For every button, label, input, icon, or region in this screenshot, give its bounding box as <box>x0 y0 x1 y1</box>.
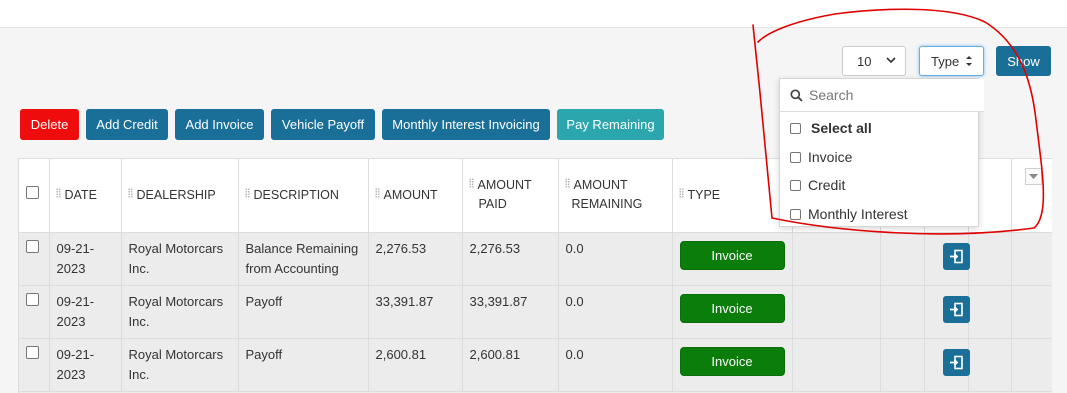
top-header-bar <box>0 0 1067 28</box>
select-all-checkbox[interactable] <box>790 122 801 134</box>
row-action-button[interactable] <box>942 295 970 323</box>
row-checkbox[interactable] <box>26 239 39 253</box>
cell-amount: 33,391.87 <box>368 285 463 339</box>
type-filter-dropdown: Select all Invoice Credit Monthly Intere… <box>779 78 984 227</box>
column-type[interactable]: TYPE <box>672 159 793 233</box>
dropdown-search-input[interactable] <box>809 87 969 103</box>
cell-amount-remaining: 0.0 <box>558 285 673 339</box>
caret-down-icon <box>1028 173 1038 179</box>
drag-handle-icon[interactable] <box>244 187 250 198</box>
search-icon <box>790 88 803 102</box>
select-all-rows-checkbox[interactable] <box>26 185 39 199</box>
row-checkbox[interactable] <box>26 345 39 359</box>
type-option-credit[interactable]: Credit <box>790 175 845 195</box>
page-size-select[interactable]: 10 <box>842 46 906 76</box>
type-badge: Invoice <box>679 240 785 270</box>
cell-amount-remaining: 0.0 <box>558 338 673 392</box>
page-size-value: 10 <box>857 53 872 69</box>
type-filter-select[interactable]: Type <box>919 46 984 76</box>
cell-type: Invoice <box>672 338 793 392</box>
drag-handle-icon[interactable] <box>678 187 684 198</box>
sort-updown-icon <box>966 56 972 66</box>
cell-type: Invoice <box>672 285 793 339</box>
chevron-down-icon <box>886 57 896 64</box>
type-option-checkbox[interactable] <box>790 151 801 163</box>
cell-description: Balance Remaining from Accounting <box>238 232 369 286</box>
cell-date: 09-21- 2023 <box>49 338 122 392</box>
cell-amount-remaining: 0.0 <box>558 232 673 286</box>
column-menu-cell <box>1011 159 1052 233</box>
cell-type: Invoice <box>672 232 793 286</box>
column-dealership[interactable]: DEALERSHIP <box>121 159 239 233</box>
column-date[interactable]: DATE <box>49 159 122 233</box>
sign-in-icon <box>949 355 963 369</box>
select-all-option[interactable]: Select all <box>790 118 872 138</box>
row-checkbox[interactable] <box>26 292 39 306</box>
delete-button[interactable]: Delete <box>20 109 79 140</box>
drag-handle-icon[interactable] <box>127 187 133 198</box>
sign-in-icon <box>949 302 963 316</box>
monthly-interest-invoicing-button[interactable]: Monthly Interest Invoicing <box>382 109 550 140</box>
add-credit-button[interactable]: Add Credit <box>86 109 168 140</box>
column-menu-button[interactable] <box>1024 168 1042 185</box>
table-row: 09-21- 2023 Royal Motorcars Inc. Payoff 33… <box>19 285 1052 339</box>
type-option-checkbox[interactable] <box>790 208 801 220</box>
table-row: 09-21- 2023 Royal Motorcars Inc. Balance R… <box>19 232 1052 286</box>
type-badge: Invoice <box>679 293 785 323</box>
add-invoice-button[interactable]: Add Invoice <box>175 109 264 140</box>
table-row: 09-21- 2023 Royal Motorcars Inc. Payoff 2,… <box>19 338 1052 392</box>
cell-description: Payoff <box>238 338 369 392</box>
sign-in-icon <box>949 249 963 263</box>
drag-handle-icon[interactable] <box>468 178 474 189</box>
vehicle-payoff-button[interactable]: Vehicle Payoff <box>271 109 375 140</box>
cell-amount-paid: 33,391.87 <box>462 285 559 339</box>
type-option-invoice[interactable]: Invoice <box>790 147 852 167</box>
cell-amount: 2,600.81 <box>368 338 463 392</box>
cell-date: 09-21- 2023 <box>49 285 122 339</box>
type-badge: Invoice <box>679 346 785 376</box>
drag-handle-icon[interactable] <box>55 187 61 198</box>
cell-amount-paid: 2,276.53 <box>462 232 559 286</box>
cell-dealership: Royal Motorcars Inc. <box>121 232 239 286</box>
drag-handle-icon[interactable] <box>564 178 570 189</box>
type-option-monthly-interest[interactable]: Monthly Interest <box>790 204 908 224</box>
column-amount-paid[interactable]: AMOUNT PAID <box>462 159 559 233</box>
pay-remaining-button[interactable]: Pay Remaining <box>557 109 664 140</box>
column-amount[interactable]: AMOUNT <box>368 159 463 233</box>
show-button[interactable]: Show <box>996 46 1051 76</box>
drag-handle-icon[interactable] <box>374 187 380 198</box>
dropdown-search <box>780 79 984 112</box>
type-filter-label: Type <box>931 53 960 69</box>
select-all-rows-cell <box>19 159 50 233</box>
cell-dealership: Royal Motorcars Inc. <box>121 338 239 392</box>
row-action-button[interactable] <box>942 242 970 270</box>
action-toolbar: Delete Add Credit Add Invoice Vehicle Pa… <box>20 109 664 140</box>
cell-date: 09-21- 2023 <box>49 232 122 286</box>
cell-description: Payoff <box>238 285 369 339</box>
cell-amount-paid: 2,600.81 <box>462 338 559 392</box>
column-description[interactable]: DESCRIPTION <box>238 159 369 233</box>
column-amount-remaining[interactable]: AMOUNT REMAINING <box>558 159 673 233</box>
cell-amount: 2,276.53 <box>368 232 463 286</box>
type-option-checkbox[interactable] <box>790 179 801 191</box>
row-action-button[interactable] <box>942 348 970 376</box>
cell-dealership: Royal Motorcars Inc. <box>121 285 239 339</box>
